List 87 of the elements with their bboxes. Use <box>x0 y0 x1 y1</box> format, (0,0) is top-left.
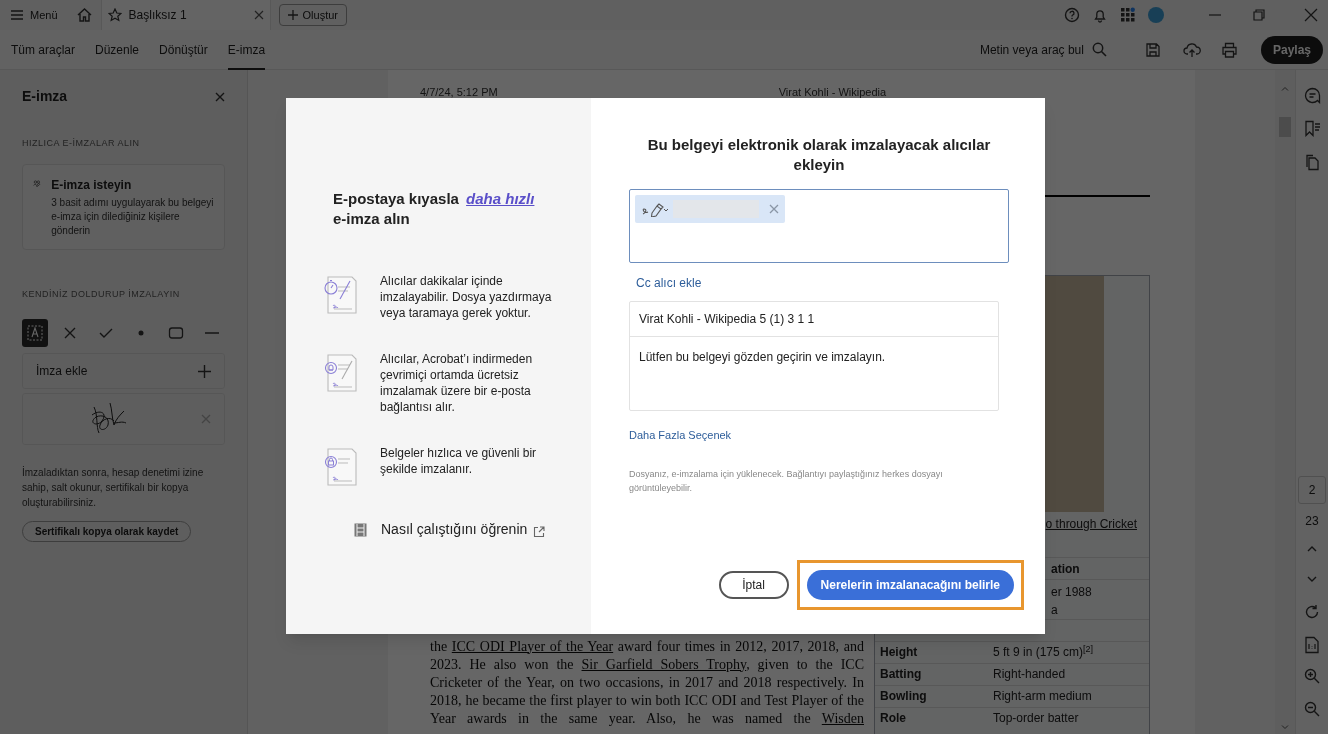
page-count: 23 <box>1305 513 1319 530</box>
external-link-icon <box>533 525 546 538</box>
close-icon[interactable] <box>215 91 225 102</box>
infobox-value: er 1988 <box>1051 584 1092 599</box>
menu-icon <box>10 9 24 21</box>
home-icon[interactable] <box>75 7 93 23</box>
more-options-link[interactable]: Daha Fazla Seçenek <box>629 427 732 444</box>
line-icon <box>204 332 219 334</box>
text-field-icon <box>25 323 46 343</box>
menu-button[interactable]: Menü <box>10 4 58 26</box>
intro-title: E-postaya kıyasla daha hızlı e-imza alın <box>333 189 536 229</box>
dialog-title: Bu belgeyi elektronik olarak imzalayacak alıcılar ekleyin <box>646 135 992 175</box>
link[interactable]: Wisden <box>821 710 864 726</box>
search-tools-button[interactable]: Metin veya araç bul <box>979 40 1107 59</box>
photo-caption[interactable]: o through Cricket <box>1045 514 1137 533</box>
film-icon <box>354 522 367 537</box>
dot-icon <box>138 330 145 336</box>
panel-title: E-imza <box>22 87 68 106</box>
card-title: E-imza isteyin <box>51 176 133 194</box>
cancel-button[interactable]: İptal <box>718 571 789 599</box>
avatar[interactable] <box>1148 7 1164 23</box>
infobox-label: Batting <box>879 666 923 683</box>
infobox-value: Right-handed <box>993 666 1067 683</box>
bell-icon[interactable] <box>1092 7 1108 23</box>
learn-how-link[interactable]: Nasıl çalıştığını öğrenin <box>354 519 546 540</box>
toolbar-tab[interactable]: Tüm araçlar <box>11 29 75 70</box>
save-icon[interactable] <box>1144 41 1161 58</box>
card-description: 3 basit adımı uygulayarak bu belgeyi e-imza için dilediğiniz kişilere gönderin <box>51 195 214 238</box>
remove-icon[interactable] <box>769 204 779 214</box>
search-icon <box>1091 42 1107 57</box>
plus-icon <box>287 10 298 20</box>
create-button[interactable]: Oluştur <box>278 4 347 26</box>
infobox-value: a <box>1051 602 1058 617</box>
infobox-value: Top-order batter <box>993 710 1080 727</box>
add-cc-link[interactable]: Cc alıcı ekle <box>636 274 1009 292</box>
request-signature-card[interactable]: E-imza isteyin 3 basit adımı uygulayarak bu belgeyi e-imza için dilediğiniz kişilere gönderin <box>22 163 225 250</box>
next-page-icon[interactable] <box>1307 576 1317 582</box>
infobox-label: Bowling <box>879 688 928 705</box>
section-heading: HIZLICA E-İMZALAR ALIN <box>22 137 141 150</box>
link[interactable]: Sir Garfield Sobers Trophy <box>581 656 747 672</box>
infobox-value: 5 ft 9 in (175 cm)$^{[2]}$ <box>993 643 1095 661</box>
star-icon[interactable] <box>107 8 122 22</box>
zoom-in-icon[interactable] <box>1304 668 1320 684</box>
toolbar-tab[interactable]: Düzenle <box>95 29 140 70</box>
rotate-icon[interactable] <box>1304 604 1320 620</box>
signer-role-icon[interactable] <box>641 201 669 217</box>
benefit-text: Belgeler hızlıca ve güvenli bir şekilde imzalanır. <box>380 445 538 477</box>
apps-grid-icon[interactable] <box>1120 7 1136 23</box>
document-tab[interactable]: Başlıksız 1 <box>100 0 271 30</box>
set-signature-fields-button[interactable]: Nerelerin imzalanacağını belirle <box>806 570 1014 600</box>
delete-icon[interactable] <box>201 414 211 424</box>
actual-size-icon[interactable] <box>1304 636 1320 654</box>
scroll-up-icon[interactable] <box>1281 86 1289 91</box>
infobox-heading: ation <box>1051 561 1080 576</box>
faster-link[interactable]: daha hızlı <box>466 190 535 207</box>
infobox-label: Height <box>879 644 919 661</box>
close-icon[interactable] <box>253 10 264 20</box>
previous-page-icon[interactable] <box>1307 546 1317 552</box>
pages-icon[interactable] <box>1303 154 1321 171</box>
scroll-down-icon[interactable] <box>1281 725 1289 730</box>
text-field-tool[interactable] <box>22 319 49 347</box>
add-signature-button[interactable]: İmza ekle <box>22 353 225 389</box>
recipients-field[interactable] <box>629 189 1009 263</box>
toolbar-tab[interactable]: Dönüştür <box>159 29 208 70</box>
plus-icon <box>198 364 211 378</box>
cloud-upload-icon[interactable] <box>1182 41 1201 58</box>
page-number-field[interactable]: 2 <box>1298 476 1326 504</box>
subject-field[interactable]: Virat Kohli - Wikipedia 5 (1) 3 1 1 <box>630 302 998 337</box>
infobox-label: Role <box>879 710 907 727</box>
help-icon[interactable] <box>1064 7 1080 23</box>
page-header-title: Virat Kohli - Wikipedia <box>778 85 887 100</box>
comment-icon[interactable] <box>1303 87 1321 104</box>
benefit-text: Alıcılar dakikalar içinde imzalayabilir. Dosya yazdırmaya veya taramaya gerek yoktur. <box>380 273 552 321</box>
benefit-text: Alıcılar, Acrobat’ı indirmeden çevrimiçi ortamda ücretsiz imzalamak üzere bir e-posta bağlantısı alır. <box>380 351 534 415</box>
bookmark-icon[interactable] <box>1303 120 1321 137</box>
message-field[interactable]: Lütfen bu belgeyi gözden geçirin ve imzalayın. <box>630 337 998 366</box>
page-header-date: 4/7/24, 5:12 PM <box>420 85 498 100</box>
link[interactable]: ICC ODI Player of the Year <box>451 638 614 654</box>
disclaimer-text: Dosyanız, e-imzalama için yüklenecek. Bağlantıyı paylaştığınız herkes dosyayı görüntüleyebilir. <box>629 467 944 495</box>
restore-icon[interactable] <box>1252 8 1266 22</box>
zoom-out-icon[interactable] <box>1304 701 1320 717</box>
print-icon[interactable] <box>1220 41 1238 58</box>
share-button[interactable]: Paylaş <box>1260 35 1323 64</box>
infobox-value: Right-arm medium <box>993 688 1093 705</box>
close-icon[interactable] <box>1304 8 1318 22</box>
info-text: İmzaladıktan sonra, hesap denetimi izine sahip, salt okunur, sertifikalı bir kopya oluşturabilirsiniz. <box>22 465 205 510</box>
scrollbar[interactable] <box>1275 70 1295 734</box>
